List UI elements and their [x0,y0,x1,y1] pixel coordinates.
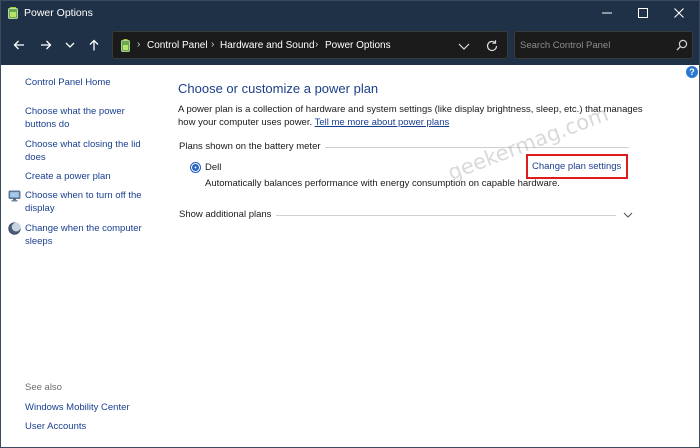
page-description: A power plan is a collection of hardware… [178,103,658,129]
close-icon [674,8,684,18]
sidebar-link-control-panel-home[interactable]: Control Panel Home [25,76,150,89]
breadcrumb-hardware-and-sound[interactable]: Hardware and Sound [220,40,315,51]
close-button[interactable] [661,1,697,25]
forward-button[interactable] [35,34,57,56]
title-bar[interactable]: Power Options [1,1,699,25]
plan-description: Automatically balances performance with … [205,178,560,189]
change-plan-settings-link[interactable]: Change plan settings [532,161,621,172]
sidebar-link-closing-lid[interactable]: Choose what closing the lid does [25,138,150,164]
main-content: ? Choose or customize a power plan A pow… [161,65,699,447]
search-input[interactable]: Search Control Panel [520,40,610,51]
breadcrumb-separator: › [315,39,319,50]
address-bar[interactable]: › Control Panel › Hardware and Sound › P… [112,31,508,59]
power-options-window: Power Options › Control Panel › Hardware… [0,0,700,448]
forward-arrow-icon [41,40,52,50]
address-dropdown-button[interactable] [457,40,471,52]
up-arrow-icon [89,39,99,51]
plan-radio-button[interactable] [190,162,201,173]
sidebar-link-turn-off-display[interactable]: Choose when to turn off the display [25,189,150,215]
breadcrumb-power-options[interactable]: Power Options [325,40,391,51]
additional-plans-divider [276,215,616,216]
back-button[interactable] [8,34,30,56]
sidebar-link-create-power-plan[interactable]: Create a power plan [25,170,150,183]
sidebar-link-power-buttons[interactable]: Choose what the power buttons do [25,105,150,131]
see-also-heading: See also [25,382,62,393]
chevron-down-icon [458,43,470,50]
maximize-icon [638,8,648,18]
refresh-button[interactable] [485,39,499,53]
up-button[interactable] [83,34,105,56]
chevron-down-icon[interactable] [622,210,634,220]
search-box[interactable]: Search Control Panel [514,31,693,59]
page-title: Choose or customize a power plan [178,81,379,96]
sidebar-link-computer-sleeps[interactable]: Change when the computer sleeps [25,222,150,248]
battery-app-icon [8,7,18,19]
section-heading: Plans shown on the battery meter [179,141,321,152]
refresh-icon [486,40,498,52]
breadcrumb-separator: › [137,39,141,50]
minimize-button[interactable] [589,1,625,25]
battery-location-icon [121,39,130,52]
search-icon[interactable] [676,39,688,51]
navigation-bar: › Control Panel › Hardware and Sound › P… [1,25,699,65]
sleep-moon-icon [8,222,21,235]
breadcrumb-separator: › [211,39,215,50]
recent-locations-button[interactable] [59,34,81,56]
breadcrumb-control-panel[interactable]: Control Panel [147,40,208,51]
tell-me-more-link[interactable]: Tell me more about power plans [315,117,450,128]
back-arrow-icon [13,40,24,50]
maximize-button[interactable] [625,1,661,25]
sidebar-link-windows-mobility-center[interactable]: Windows Mobility Center [25,401,150,414]
minimize-icon [602,12,612,14]
plan-name[interactable]: Dell [205,162,221,173]
monitor-icon [8,189,21,202]
help-icon[interactable]: ? [686,66,698,78]
highlight-box: Change plan settings [526,154,628,179]
section-divider [325,147,629,148]
left-navigation-pane: Control Panel Home Choose what the power… [1,65,161,447]
show-additional-plans[interactable]: Show additional plans [179,209,271,220]
sidebar-link-user-accounts[interactable]: User Accounts [25,420,150,433]
window-title: Power Options [24,7,93,19]
recent-locations-icon [65,42,75,48]
